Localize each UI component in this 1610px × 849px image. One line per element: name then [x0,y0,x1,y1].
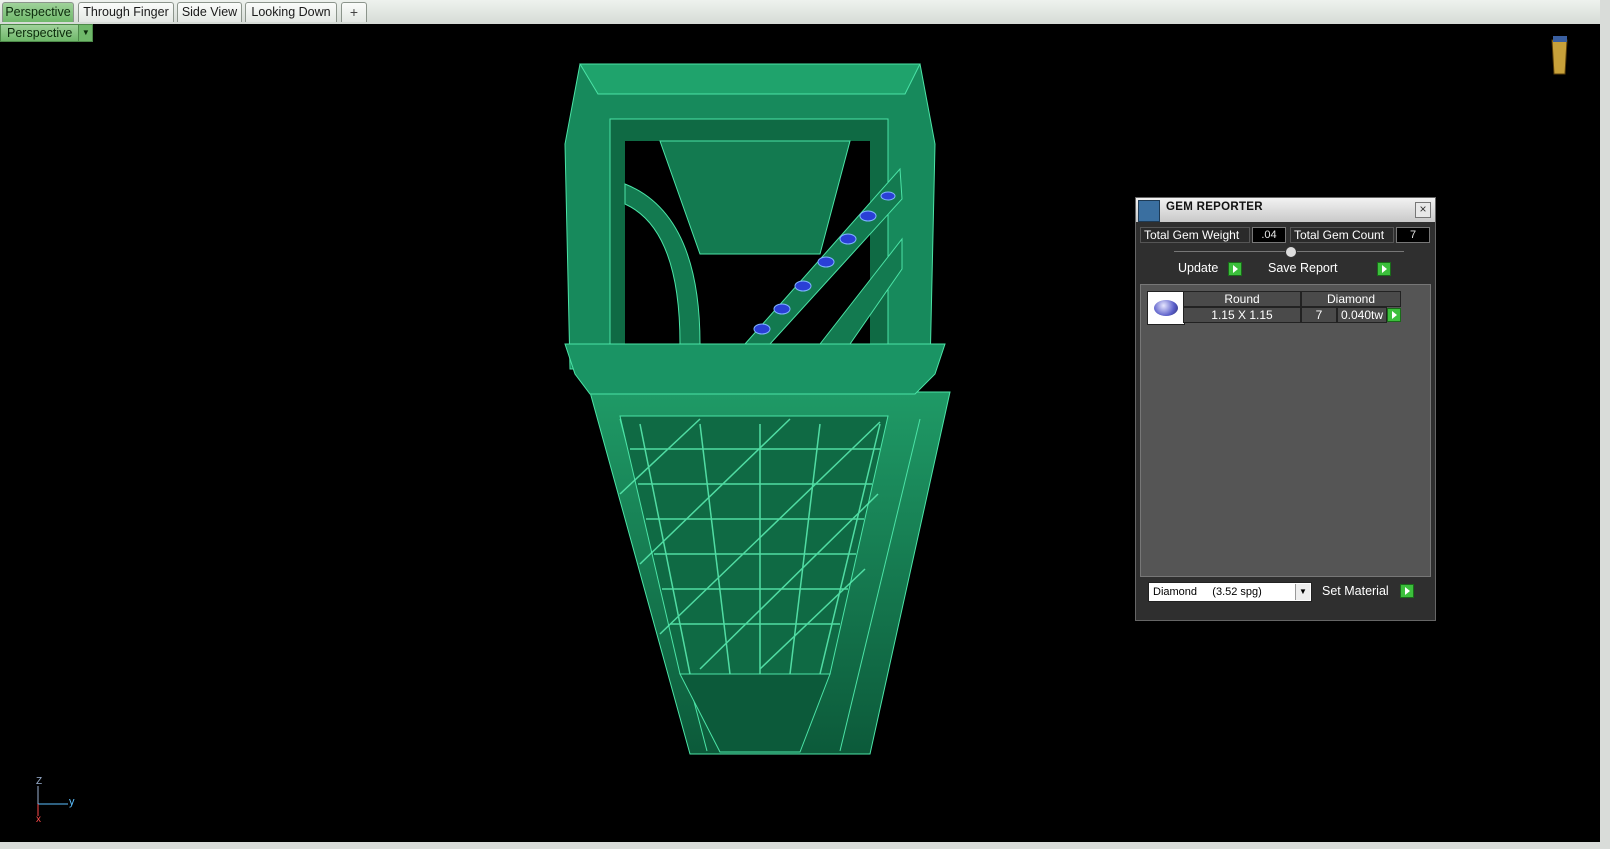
right-border [1600,0,1610,849]
total-gem-count-label: Total Gem Count [1290,227,1394,243]
gem-reporter-panel: GEM REPORTER × Total Gem Weight .04 Tota… [1135,197,1436,621]
total-gem-weight-value: .04 [1252,227,1286,243]
gem-shape: Round [1183,291,1301,307]
bottom-border [0,842,1610,849]
tab-perspective[interactable]: Perspective [2,2,74,22]
material-select[interactable]: Diamond (3.52 spg) ▼ [1148,582,1312,602]
round-diamond-icon [1154,300,1178,316]
material-select-value: Diamond (3.52 spg) [1153,586,1262,598]
z-axis-label: Z [36,776,43,787]
gem-row-arrow-icon[interactable] [1387,308,1401,322]
set-material-button[interactable]: Set Material [1322,584,1389,598]
gem-reporter-title: GEM REPORTER [1166,201,1263,213]
view-selector-label: Perspective [0,24,80,42]
save-report-button[interactable]: Save Report [1268,261,1337,275]
chevron-down-icon[interactable]: ▼ [79,24,94,42]
gem-reporter-icon [1138,200,1160,222]
gem-reporter-titlebar[interactable]: GEM REPORTER × [1136,198,1435,222]
save-report-arrow-icon[interactable] [1377,262,1391,276]
tab-side-view[interactable]: Side View [177,2,242,22]
total-gem-weight-label: Total Gem Weight [1140,227,1250,243]
add-tab-button[interactable]: + [341,2,367,22]
close-icon[interactable]: × [1415,202,1431,218]
tab-through-finger[interactable]: Through Finger [78,2,174,22]
view-selector[interactable]: Perspective ▼ [0,24,94,42]
total-gem-count-value: 7 [1396,227,1430,243]
gem-weight: 0.040tw [1337,307,1387,323]
y-axis-label: y [69,796,75,808]
x-axis-label: x [36,814,41,825]
panel-slider-knob[interactable] [1285,246,1297,258]
gem-size: 1.15 X 1.15 [1183,307,1301,323]
update-arrow-icon[interactable] [1228,262,1242,276]
axis-triad: Z y x [30,776,90,826]
viewport-tab-bar: Perspective Through Finger Side View Loo… [0,0,1610,25]
plus-icon: + [349,4,359,20]
set-material-arrow-icon[interactable] [1400,584,1414,598]
tab-looking-down[interactable]: Looking Down [245,2,337,22]
update-button[interactable]: Update [1178,261,1218,275]
gem-material: Diamond [1301,291,1401,307]
gem-count: 7 [1301,307,1337,323]
chevron-down-icon[interactable]: ▼ [1295,584,1310,600]
gem-thumbnail[interactable] [1147,291,1185,325]
gem-list: Round Diamond 1.15 X 1.15 7 0.040tw [1140,284,1431,577]
